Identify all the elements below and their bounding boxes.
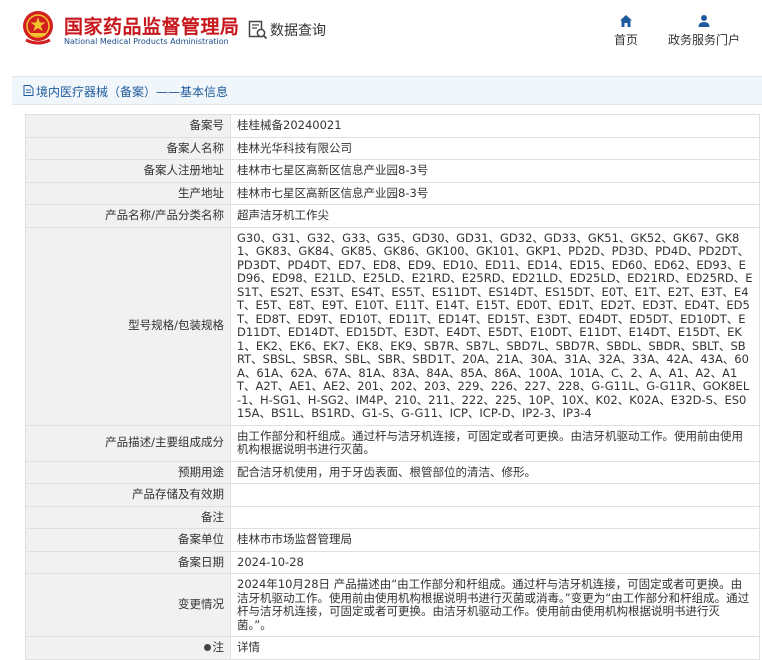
field-value-changes: 2024年10月28日 产品描述由“由工作部分和杆组成。通过杆与洁牙机连接，可固… <box>230 573 760 637</box>
field-label: 备案单位 <box>25 528 231 552</box>
table-row: 备注 <box>25 505 760 529</box>
table-row: 变更情况 2024年10月28日 产品描述由“由工作部分和杆组成。通过杆与洁牙机… <box>25 573 760 637</box>
field-label: 备案人名称 <box>25 136 231 160</box>
field-label: 备案号 <box>25 114 231 138</box>
table-row: 备案日期 2024-10-28 <box>25 550 760 574</box>
search-document-icon <box>248 20 268 40</box>
field-value-prod-address: 桂林市七星区高新区信息产业园8-3号 <box>230 181 760 205</box>
field-label: 型号规格/包装规格 <box>25 226 231 426</box>
field-value-reg-address: 桂林市七星区高新区信息产业园8-3号 <box>230 159 760 183</box>
table-row: 产品存储及有效期 <box>25 483 760 507</box>
details-link[interactable]: 详情 <box>230 636 760 660</box>
breadcrumb-text[interactable]: 境内医疗器械（备案）——基本信息 <box>36 83 228 100</box>
record-detail-table: 备案号 桂桂械备20240021 备案人名称 桂林光华科技有限公司 备案人注册地… <box>25 114 760 660</box>
field-label: 生产地址 <box>25 181 231 205</box>
note-label-cell: 注 <box>25 636 231 660</box>
nav-home-label: 首页 <box>613 33 638 47</box>
data-query-label: 数据查询 <box>270 23 326 39</box>
field-label: 备案人注册地址 <box>25 159 231 183</box>
detail-panel: 境内医疗器械（备案）——基本信息 备案号 桂桂械备20240021 备案人名称 … <box>12 76 762 660</box>
table-row: 备案单位 桂林市市场监督管理局 <box>25 528 760 552</box>
field-value-models: G30、G31、G32、G33、G35、GD30、GD31、GD32、GD33、… <box>230 226 760 426</box>
nav-home[interactable]: 首页 <box>606 14 646 48</box>
field-value-remarks <box>230 505 760 529</box>
field-value-authority: 桂林市市场监督管理局 <box>230 528 760 552</box>
table-row: 备案号 桂桂械备20240021 <box>25 114 760 138</box>
site-subtitle: National Medical Products Administration <box>64 37 229 46</box>
field-value-product-name: 超声洁牙机工作尖 <box>230 204 760 228</box>
table-row: 产品描述/主要组成成分 由工作部分和杆组成。通过杆与洁牙机连接，可固定或者可更换… <box>25 424 760 462</box>
field-value-record-date: 2024-10-28 <box>230 550 760 574</box>
field-value-storage <box>230 483 760 507</box>
field-label: 预期用途 <box>25 460 231 484</box>
table-row: 型号规格/包装规格 G30、G31、G32、G33、G35、GD30、GD31、… <box>25 226 760 426</box>
field-label: 产品描述/主要组成成分 <box>25 424 231 462</box>
table-row: 预期用途 配合洁牙机使用，用于牙齿表面、根管部位的清洁、修形。 <box>25 460 760 484</box>
field-label: 备注 <box>25 505 231 529</box>
user-icon <box>698 15 710 27</box>
table-row: 备案人注册地址 桂林市七星区高新区信息产业园8-3号 <box>25 159 760 183</box>
table-row: 注 详情 <box>25 636 760 660</box>
bullet-icon <box>203 644 211 651</box>
national-emblem-icon <box>23 11 53 45</box>
field-label: 备案日期 <box>25 550 231 574</box>
table-row: 产品名称/产品分类名称 超声洁牙机工作尖 <box>25 204 760 228</box>
site-title[interactable]: 国家药品监督管理局 <box>64 12 240 39</box>
table-row: 生产地址 桂林市七星区高新区信息产业园8-3号 <box>25 181 760 205</box>
breadcrumb: 境内医疗器械（备案）——基本信息 <box>12 77 762 105</box>
data-query-tab[interactable]: 数据查询 <box>248 19 326 41</box>
field-value-description: 由工作部分和杆组成。通过杆与洁牙机连接，可固定或者可更换。由洁牙机驱动工作。使用… <box>230 424 760 462</box>
site-header: 国家药品监督管理局 National Medical Products Admi… <box>0 0 762 64</box>
field-value-registrant: 桂林光华科技有限公司 <box>230 136 760 160</box>
field-label: 变更情况 <box>25 573 231 637</box>
field-value-intended-use: 配合洁牙机使用，用于牙齿表面、根管部位的清洁、修形。 <box>230 460 760 484</box>
nav-service-portal[interactable]: 政务服务门户 <box>660 14 748 48</box>
field-label: 产品存储及有效期 <box>25 483 231 507</box>
field-value-record-no: 桂桂械备20240021 <box>230 114 760 138</box>
field-label: 产品名称/产品分类名称 <box>25 204 231 228</box>
home-icon <box>620 15 632 27</box>
document-icon <box>23 85 34 96</box>
table-row: 备案人名称 桂林光华科技有限公司 <box>25 136 760 160</box>
field-label: 注 <box>212 640 225 654</box>
nav-portal-label: 政务服务门户 <box>667 33 740 47</box>
